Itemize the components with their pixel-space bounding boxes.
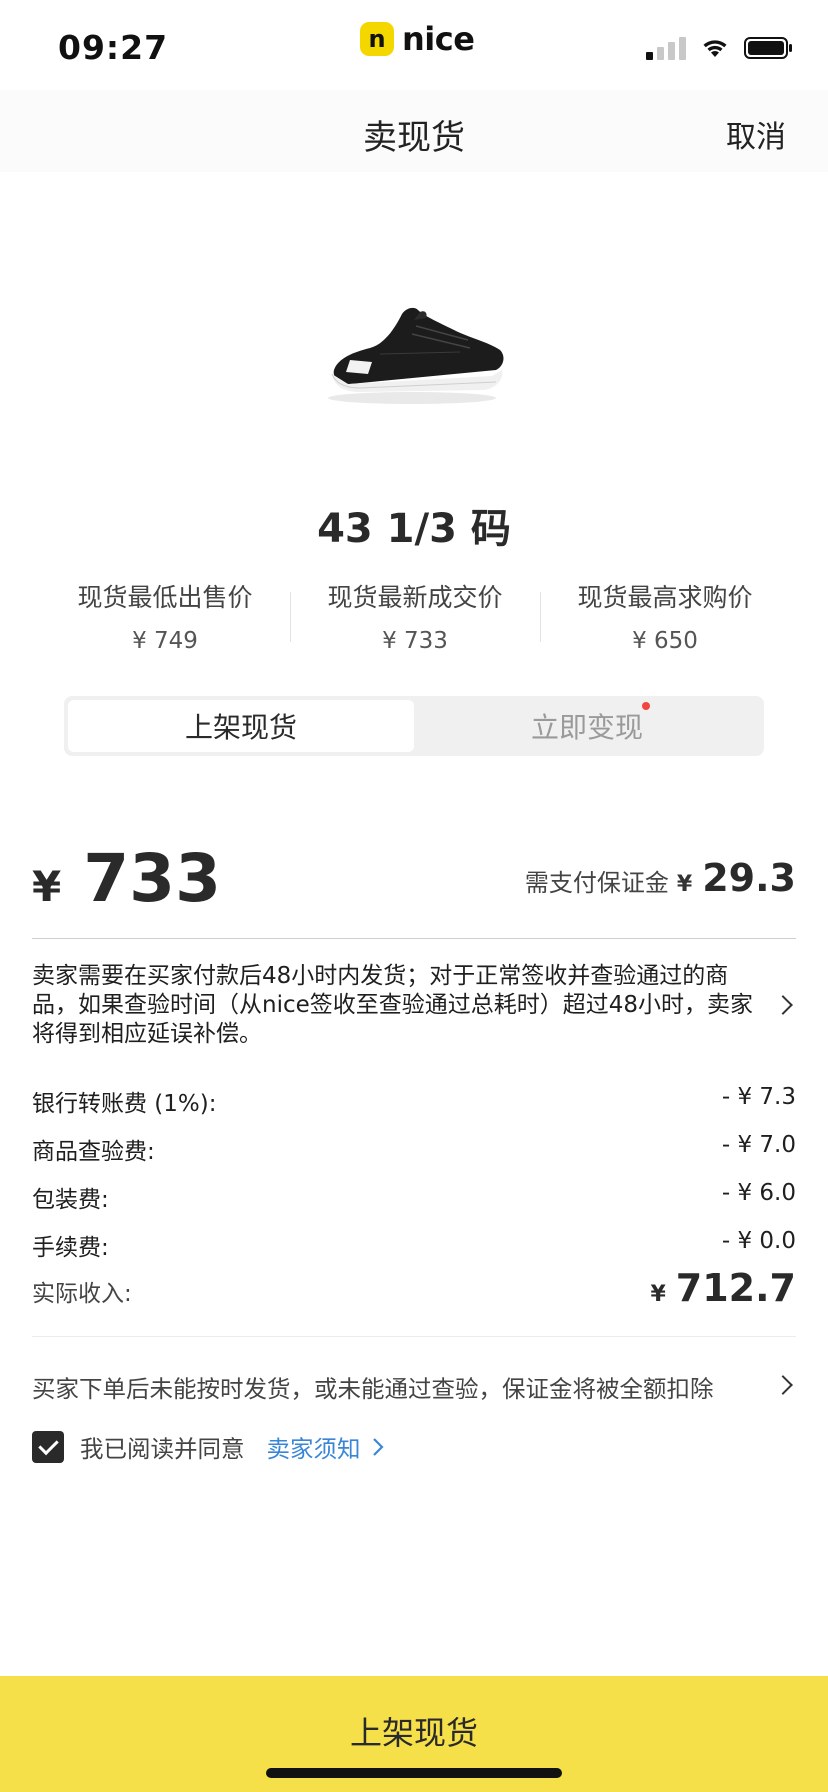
- list-stock-button[interactable]: 上架现货: [0, 1676, 828, 1792]
- shipping-notice[interactable]: 卖家需要在买家付款后48小时内发货；对于正常签收并查验通过的商品，如果查验时间（…: [32, 962, 772, 1049]
- notification-dot: [642, 702, 650, 710]
- sneaker-image: [328, 307, 504, 404]
- fee-value: - ¥ 6.0: [721, 1180, 796, 1206]
- size-label: 43 1/3 码: [317, 506, 511, 552]
- price-stats: 现货最低出售价 ¥ 749 现货最新成交价 ¥ 733 现货最高求购价 ¥ 65…: [40, 578, 790, 658]
- ask-price-amount[interactable]: 733: [83, 840, 221, 917]
- carrier-badge: n: [360, 22, 394, 56]
- agree-checkbox[interactable]: [32, 1431, 64, 1463]
- deposit-currency: ¥: [676, 872, 693, 897]
- fee-row-service: 手续费: - ¥ 0.0: [32, 1228, 796, 1262]
- stat-label: 现货最新成交价: [327, 583, 503, 612]
- mode-tabs: 上架现货 立即变现: [64, 696, 764, 756]
- fee-row-bank: 银行转账费 (1%): - ¥ 7.3: [32, 1084, 796, 1118]
- stat-last-sale: 现货最新成交价 ¥ 733: [290, 578, 540, 658]
- cancel-button[interactable]: 取消: [726, 112, 786, 156]
- chevron-right-icon[interactable]: [773, 1375, 793, 1395]
- income-currency: ¥: [650, 1282, 666, 1307]
- seller-terms-link[interactable]: 卖家须知: [267, 1430, 361, 1464]
- page-title: 卖现货: [363, 118, 465, 158]
- fee-label: 包装费:: [32, 1187, 109, 1213]
- deposit: 需支付保证金 ¥ 29.3: [525, 856, 796, 900]
- chevron-right-icon[interactable]: [773, 995, 793, 1015]
- status-bar: 09:27 n nice: [0, 0, 828, 90]
- list-stock-button-label: 上架现货: [349, 1714, 478, 1752]
- carrier-name: nice: [402, 20, 475, 58]
- stat-label: 现货最低出售价: [77, 583, 253, 612]
- income-value: ¥ 712.7: [650, 1266, 796, 1310]
- divider: [32, 1336, 796, 1337]
- status-icons: [646, 36, 794, 60]
- income-amount: 712.7: [675, 1266, 796, 1310]
- stat-value: ¥ 749: [132, 628, 198, 654]
- nav-bar: 卖现货 取消: [0, 90, 828, 172]
- home-indicator: [266, 1768, 562, 1778]
- stat-highest-bid: 现货最高求购价 ¥ 650: [540, 578, 790, 658]
- tab-list-stock[interactable]: 上架现货: [68, 700, 414, 752]
- fee-value: - ¥ 7.0: [721, 1132, 796, 1158]
- deposit-value: 29.3: [702, 856, 796, 900]
- status-time: 09:27: [58, 28, 169, 67]
- carrier-logo: n nice: [360, 20, 475, 58]
- battery-icon: [744, 37, 792, 59]
- stat-value: ¥ 733: [382, 628, 448, 654]
- stat-label: 现货最高求购价: [577, 583, 753, 612]
- deposit-label: 需支付保证金: [524, 869, 669, 897]
- income-label: 实际收入:: [32, 1281, 132, 1307]
- stat-value: ¥ 650: [632, 628, 698, 654]
- wifi-icon: [703, 40, 727, 57]
- currency-symbol: ¥: [32, 862, 62, 911]
- fee-value: - ¥ 0.0: [721, 1228, 796, 1254]
- divider: [32, 938, 796, 939]
- tab-sell-now[interactable]: 立即变现: [414, 700, 760, 752]
- ask-price[interactable]: ¥ 733: [32, 840, 221, 917]
- agree-text: 我已阅读并同意: [80, 1435, 245, 1463]
- fee-row-packaging: 包装费: - ¥ 6.0: [32, 1180, 796, 1214]
- fee-label: 手续费:: [32, 1235, 109, 1261]
- fee-label: 商品查验费:: [32, 1139, 155, 1165]
- fee-value: - ¥ 7.3: [721, 1084, 796, 1110]
- cellular-signal-icon: [646, 36, 686, 60]
- fee-label: 银行转账费 (1%):: [32, 1091, 217, 1117]
- stat-lowest-ask: 现货最低出售价 ¥ 749: [40, 578, 290, 658]
- income-row: 实际收入: ¥ 712.7: [32, 1266, 796, 1310]
- chevron-right-icon[interactable]: [371, 1436, 385, 1458]
- fee-row-inspection: 商品查验费: - ¥ 7.0: [32, 1132, 796, 1166]
- deposit-penalty-notice[interactable]: 买家下单后未能按时发货，或未能通过查验，保证金将被全额扣除: [32, 1370, 714, 1404]
- agreement: 我已阅读并同意 卖家须知: [32, 1430, 385, 1464]
